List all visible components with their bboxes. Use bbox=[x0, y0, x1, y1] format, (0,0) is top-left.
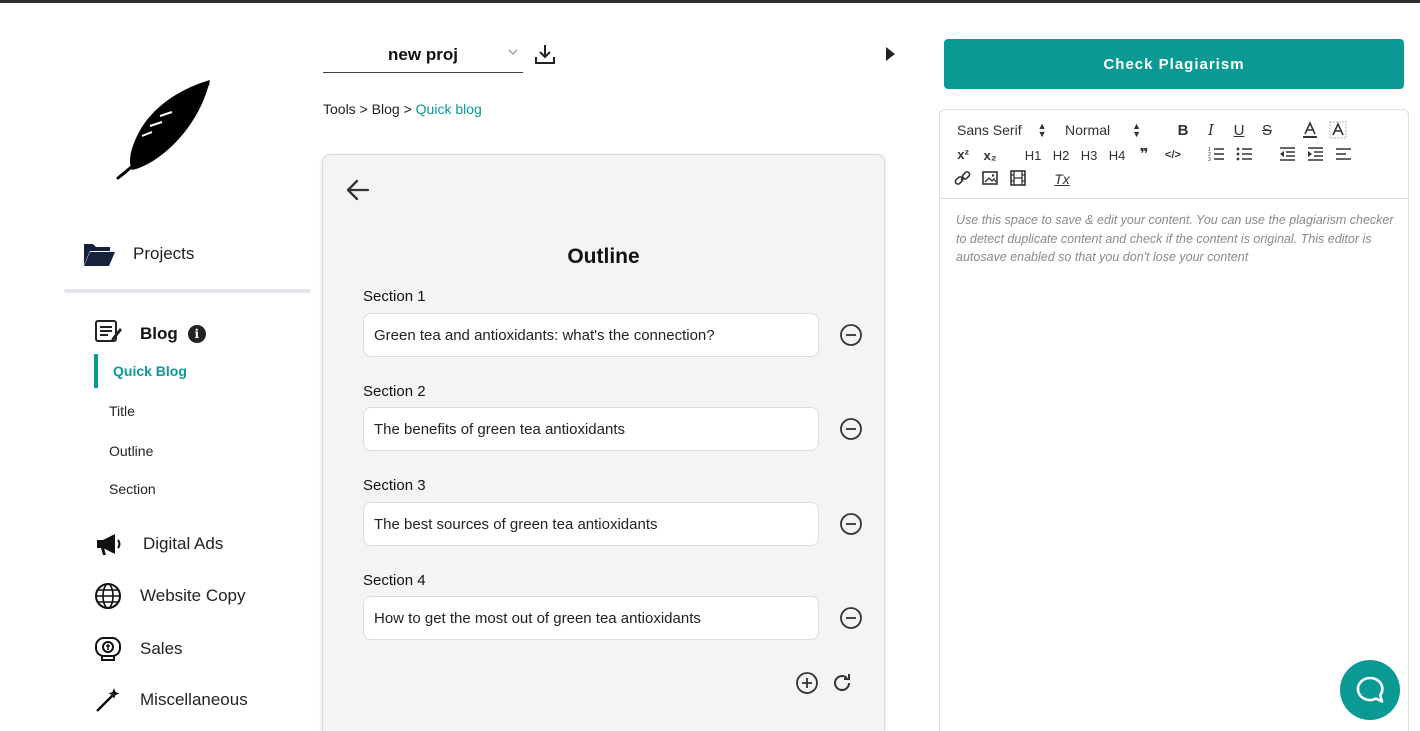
breadcrumb-blog[interactable]: Blog bbox=[372, 101, 400, 117]
remove-section-icon[interactable] bbox=[839, 606, 863, 630]
project-select[interactable]: new proj bbox=[323, 38, 523, 73]
section-2-input[interactable]: The benefits of green tea antioxidants bbox=[363, 407, 819, 451]
blog-icon bbox=[94, 318, 122, 349]
content-editor[interactable] bbox=[939, 109, 1409, 731]
bullet-list-icon[interactable] bbox=[1236, 146, 1253, 162]
indent-icon[interactable] bbox=[1307, 146, 1324, 162]
section-4-input[interactable]: How to get the most out of green tea ant… bbox=[363, 596, 819, 640]
chat-icon bbox=[1356, 676, 1384, 703]
breadcrumb: Tools > Blog > Quick blog bbox=[323, 101, 482, 117]
editor-placeholder: Use this space to save & edit your conte… bbox=[956, 213, 1394, 264]
font-size-select[interactable]: Normal ▲ ▼ bbox=[1065, 121, 1142, 139]
svg-text:3: 3 bbox=[1208, 157, 1211, 162]
sidebar-item-projects[interactable]: Projects bbox=[82, 239, 194, 269]
code-block-button[interactable]: </> bbox=[1163, 146, 1183, 164]
back-arrow-icon[interactable] bbox=[345, 178, 371, 202]
section-label: Section 4 bbox=[363, 572, 426, 589]
font-family-select[interactable]: Sans Serif ▲ ▼ bbox=[957, 121, 1047, 139]
subscript-button[interactable]: x₂ bbox=[980, 146, 1000, 164]
background-color-icon[interactable] bbox=[1329, 121, 1347, 139]
sidebar-item-sales[interactable]: Sales bbox=[93, 634, 183, 664]
sidebar-item-blog[interactable]: Blog i bbox=[94, 318, 206, 349]
section-label: Section 1 bbox=[363, 288, 426, 305]
sidebar-item-website-copy[interactable]: Website Copy bbox=[93, 581, 246, 611]
blockquote-button[interactable]: ❞ bbox=[1136, 145, 1152, 163]
sidebar-item-label: Blog bbox=[140, 323, 178, 343]
bold-button[interactable]: B bbox=[1175, 121, 1191, 139]
text-color-icon[interactable] bbox=[1301, 121, 1319, 139]
clear-format-button[interactable]: Tx bbox=[1052, 170, 1072, 188]
sidebar-subitem-section[interactable]: Section bbox=[109, 481, 156, 497]
strike-button[interactable]: S bbox=[1259, 121, 1275, 139]
breadcrumb-separator: > bbox=[399, 101, 416, 117]
font-select-value: Sans Serif bbox=[957, 122, 1022, 138]
section-1-input[interactable]: Green tea and antioxidants: what's the c… bbox=[363, 313, 819, 357]
breadcrumb-separator: > bbox=[355, 101, 372, 117]
size-select-value: Normal bbox=[1065, 122, 1111, 138]
section-3-input[interactable]: The best sources of green tea antioxidan… bbox=[363, 502, 819, 546]
breadcrumb-current: Quick blog bbox=[415, 101, 482, 117]
add-section-icon[interactable] bbox=[795, 671, 819, 695]
remove-section-icon[interactable] bbox=[839, 323, 863, 347]
expand-arrow-icon[interactable] bbox=[884, 45, 896, 63]
updown-icon: ▲ ▼ bbox=[1132, 121, 1142, 139]
video-icon[interactable] bbox=[1010, 170, 1026, 186]
megaphone-icon bbox=[94, 529, 124, 559]
chat-button[interactable] bbox=[1340, 660, 1400, 720]
sidebar-item-label: Website Copy bbox=[140, 586, 246, 605]
breadcrumb-tools[interactable]: Tools bbox=[323, 101, 356, 117]
info-icon[interactable]: i bbox=[187, 324, 206, 343]
sidebar-item-label: Projects bbox=[133, 244, 195, 263]
section-label: Section 2 bbox=[363, 383, 426, 400]
sidebar-item-digital-ads[interactable]: Digital Ads bbox=[94, 529, 223, 559]
ordered-list-icon[interactable]: 123 bbox=[1208, 146, 1225, 162]
heading-4-button[interactable]: H4 bbox=[1106, 146, 1128, 164]
folder-open-icon bbox=[82, 239, 116, 269]
sidebar-subitem-outline[interactable]: Outline bbox=[109, 443, 153, 459]
sidebar-divider bbox=[64, 289, 311, 293]
outline-title: Outline bbox=[567, 245, 640, 268]
remove-section-icon[interactable] bbox=[839, 417, 863, 441]
chevron-down-icon bbox=[508, 49, 518, 55]
sidebar-subitem-title[interactable]: Title bbox=[109, 403, 135, 419]
sidebar-item-label: Miscellaneous bbox=[140, 690, 248, 709]
refresh-icon[interactable] bbox=[830, 671, 854, 695]
feather-logo-icon bbox=[116, 80, 210, 180]
heading-3-button[interactable]: H3 bbox=[1078, 146, 1100, 164]
underline-button[interactable]: U bbox=[1231, 121, 1247, 139]
align-left-icon[interactable] bbox=[1335, 146, 1352, 162]
globe-icon bbox=[93, 581, 123, 611]
sidebar-subitem-quick-blog[interactable]: Quick Blog bbox=[113, 363, 187, 379]
section-label: Section 3 bbox=[363, 477, 426, 494]
outdent-icon[interactable] bbox=[1279, 146, 1296, 162]
updown-icon: ▲ ▼ bbox=[1037, 121, 1047, 139]
sidebar-item-label: Digital Ads bbox=[143, 534, 224, 553]
link-icon[interactable] bbox=[954, 170, 971, 187]
remove-section-icon[interactable] bbox=[839, 512, 863, 536]
active-indicator bbox=[94, 354, 98, 388]
superscript-button[interactable]: x² bbox=[953, 145, 973, 163]
sales-icon bbox=[93, 634, 123, 664]
sidebar-item-miscellaneous[interactable]: Miscellaneous bbox=[93, 685, 248, 715]
top-border bbox=[0, 0, 1420, 3]
italic-button[interactable]: I bbox=[1203, 121, 1219, 139]
image-icon[interactable] bbox=[982, 171, 998, 185]
heading-2-button[interactable]: H2 bbox=[1050, 146, 1072, 164]
magic-wand-icon bbox=[93, 685, 123, 715]
heading-1-button[interactable]: H1 bbox=[1022, 146, 1044, 164]
sidebar-item-label: Sales bbox=[140, 639, 183, 658]
check-plagiarism-button[interactable]: Check Plagiarism bbox=[944, 39, 1404, 89]
download-icon[interactable] bbox=[533, 42, 557, 66]
project-name: new proj bbox=[388, 45, 458, 64]
